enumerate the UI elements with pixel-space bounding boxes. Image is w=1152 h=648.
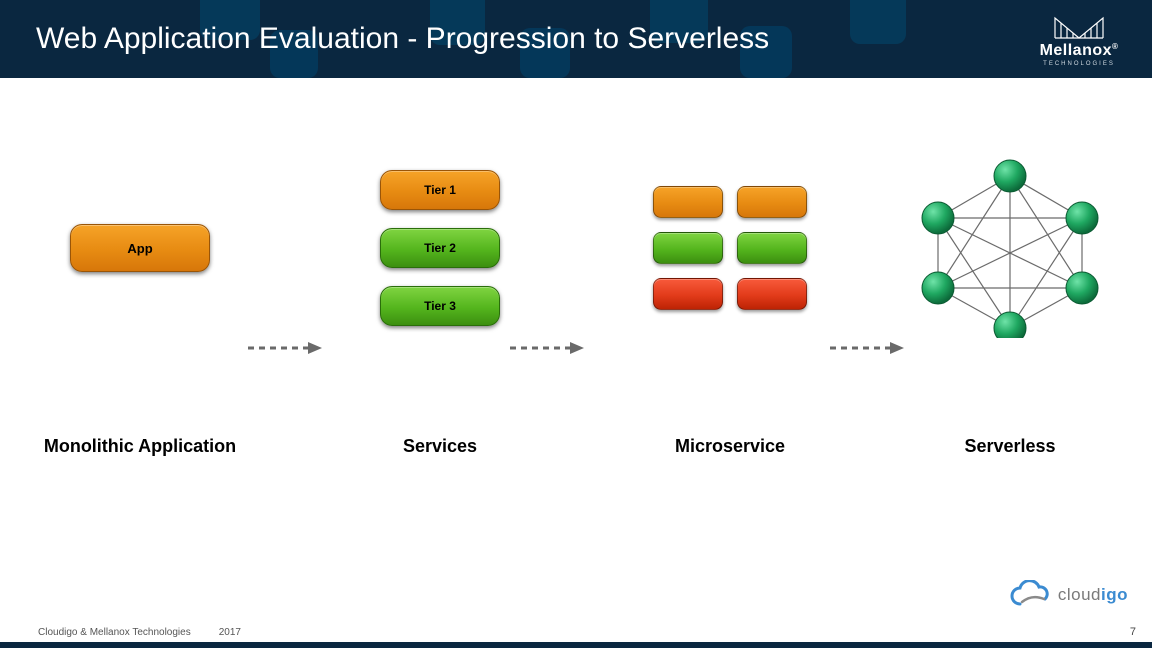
label-microservice: Microservice — [675, 436, 785, 457]
slide: Web Application Evaluation - Progression… — [0, 0, 1152, 648]
bridge-icon — [1053, 14, 1105, 40]
tier-box-2: Tier 2 — [380, 228, 500, 268]
column-serverless: Serverless — [900, 78, 1120, 608]
label-monolithic: Monolithic Application — [44, 436, 236, 457]
column-microservice: Microservice — [620, 78, 840, 608]
micro-box — [737, 186, 807, 218]
page-title: Web Application Evaluation - Progression… — [36, 22, 769, 56]
arrow-icon — [510, 340, 585, 356]
micro-box — [737, 232, 807, 264]
micro-box — [653, 186, 723, 218]
brand-name: Mellanox — [1040, 42, 1112, 59]
micro-box — [737, 278, 807, 310]
cloud-icon — [1008, 580, 1052, 610]
slide-header: Web Application Evaluation - Progression… — [0, 0, 1152, 78]
label-services: Services — [403, 436, 477, 457]
label-serverless: Serverless — [964, 436, 1055, 457]
column-monolithic: App Monolithic Application — [40, 78, 240, 608]
arrow-icon — [248, 340, 323, 356]
micro-box — [653, 278, 723, 310]
serverless-mesh-icon — [910, 158, 1110, 338]
arrow-icon — [830, 340, 905, 356]
cloudigo-logo: cloudigo — [1008, 580, 1128, 610]
slide-content: App Monolithic Application Tier 1 Tier 2… — [0, 78, 1152, 608]
page-number: 7 — [1130, 626, 1136, 638]
cloudigo-text: cloudigo — [1058, 585, 1128, 605]
tier-box-3: Tier 3 — [380, 286, 500, 326]
mellanox-logo: Mellanox® TECHNOLOGIES — [1024, 14, 1134, 67]
app-box: App — [70, 224, 210, 272]
micro-box — [653, 232, 723, 264]
footer-copyright: Cloudigo & Mellanox Technologies2017 — [38, 627, 241, 638]
microservice-grid — [653, 186, 807, 310]
brand-sub: TECHNOLOGIES — [1024, 61, 1134, 67]
footer-bar — [0, 642, 1152, 648]
tier-box-1: Tier 1 — [380, 170, 500, 210]
slide-footer: Cloudigo & Mellanox Technologies2017 7 — [0, 608, 1152, 648]
